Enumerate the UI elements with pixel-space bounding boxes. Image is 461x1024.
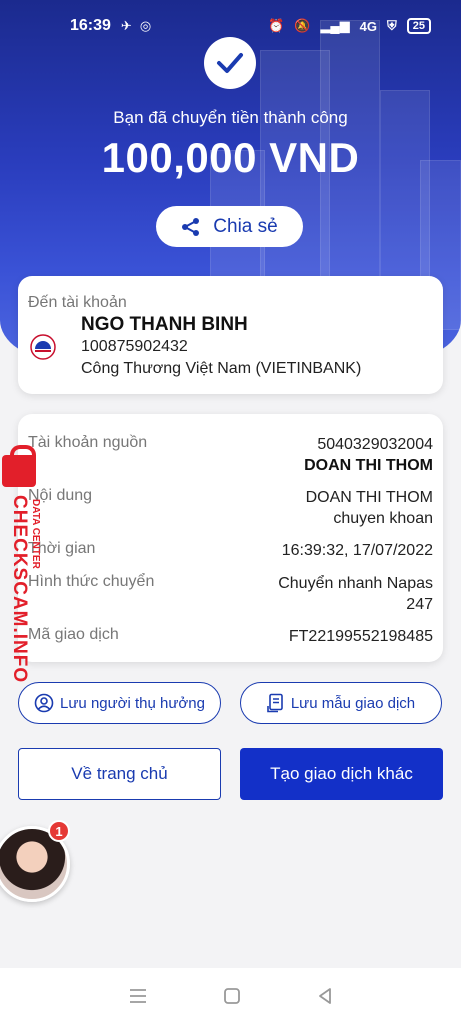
alarm-icon: ⏰	[268, 18, 285, 33]
status-time: 16:39	[70, 17, 111, 34]
source-account-label: Tài khoản nguồn	[28, 434, 148, 451]
telegram-icon: ✈	[120, 18, 132, 33]
home-nav-icon[interactable]	[223, 987, 241, 1005]
document-icon	[267, 693, 283, 713]
watermark-text: CHECKSCAM.INFO	[9, 495, 30, 684]
method-line-2: 247	[406, 596, 433, 613]
save-recipient-button[interactable]: Lưu người thụ hưởng	[18, 682, 221, 724]
signal-icon: ▂▄▆	[320, 18, 350, 33]
battery-icon: 25	[406, 18, 431, 34]
menu-icon[interactable]	[128, 988, 148, 1004]
share-label: Chia sẻ	[213, 215, 278, 237]
transaction-details-card: Tài khoản nguồn 5040329032004 DOAN THI T…	[18, 414, 443, 662]
content-line-1: DOAN THI THOM	[305, 489, 433, 506]
recipient-title: Đến tài khoản	[28, 294, 127, 311]
mute-icon: 🔕	[294, 18, 311, 33]
vietinbank-logo-icon	[30, 334, 56, 360]
recipient-bank: Công Thương Việt Nam (VIETINBANK)	[81, 360, 362, 377]
recipient-account: 100875902432	[81, 338, 188, 355]
success-check-icon	[204, 37, 256, 89]
time-value: 16:39:32, 17/07/2022	[281, 542, 433, 559]
recipient-name: NGO THANH BINH	[81, 314, 248, 335]
save-template-label: Lưu mẫu giao dịch	[290, 694, 416, 712]
network-type: 4G	[359, 18, 377, 34]
watermark-subtext: DATA CENTER	[30, 499, 41, 569]
save-recipient-label: Lưu người thụ hưởng	[60, 694, 205, 712]
share-icon	[182, 217, 200, 236]
vpn-icon: ⛨	[386, 18, 397, 33]
success-message: Bạn đã chuyển tiền thành công	[113, 108, 348, 127]
transfer-amount: 100,000 VND	[101, 134, 360, 181]
recipient-card: Đến tài khoản NGO THANH BINH 10087590243…	[18, 276, 443, 394]
watermark-lock-icon	[2, 445, 36, 487]
new-transaction-button[interactable]: Tạo giao dịch khác	[240, 748, 443, 800]
chat-notification-badge: 1	[48, 820, 70, 842]
transaction-id-value: FT22199552198485	[288, 628, 433, 645]
messenger-icon: ◎	[139, 18, 152, 33]
home-button[interactable]: Về trang chủ	[18, 748, 221, 800]
share-button[interactable]: Chia sẻ	[156, 206, 303, 247]
method-line-1: Chuyển nhanh Napas	[278, 575, 433, 592]
back-icon[interactable]	[316, 987, 334, 1005]
checkscam-watermark: CHECKSCAM.INFO DATA CENTER	[0, 445, 50, 685]
system-navigation-bar	[0, 968, 461, 1024]
source-account-name: DOAN THI THOM	[304, 457, 433, 474]
source-account-number: 5040329032004	[317, 436, 433, 453]
content-line-2: chuyen khoan	[333, 510, 433, 527]
user-circle-icon	[34, 693, 54, 713]
save-template-button[interactable]: Lưu mẫu giao dịch	[240, 682, 442, 724]
